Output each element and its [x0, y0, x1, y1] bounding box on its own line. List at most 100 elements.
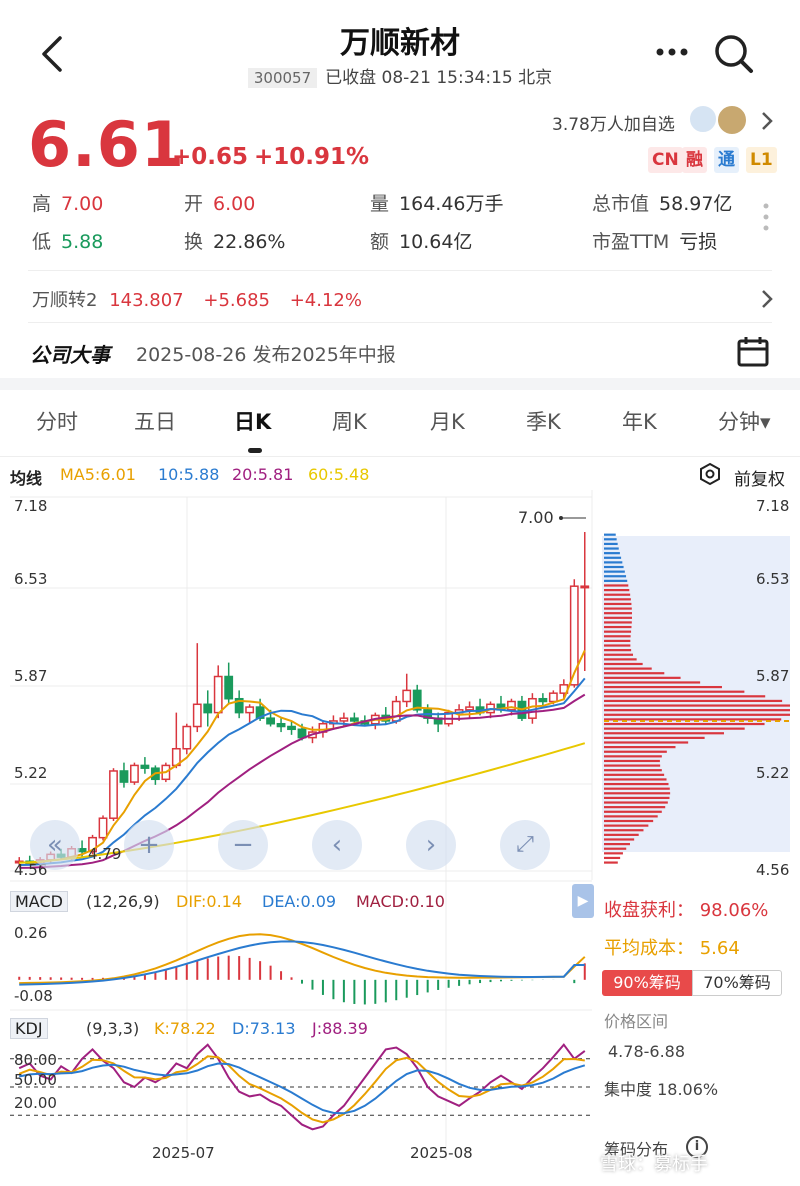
candle [119, 770, 129, 783]
tab-intraday[interactable]: 分时 [36, 406, 78, 436]
search-icon[interactable] [712, 32, 756, 76]
chevron-left-icon[interactable]: ‹ [312, 820, 362, 870]
chip-bar [604, 662, 643, 666]
zoom-out-icon[interactable]: − [218, 820, 268, 870]
watermark: 雪球：募标手 [600, 1154, 708, 1175]
chip-bar [604, 607, 632, 610]
chip-bar [604, 727, 745, 730]
candle [276, 722, 286, 728]
chip-bar [604, 842, 630, 846]
candle [109, 770, 118, 819]
price-range-label: 价格区间 [604, 1012, 669, 1031]
chip-bar [604, 829, 644, 832]
chip-bar [604, 685, 722, 689]
tag-cn: CN [648, 147, 683, 173]
company-event-text[interactable]: 2025-08-26 发布2025年中报 [136, 340, 396, 367]
kdj-y-tick: 50.00 [14, 1071, 57, 1089]
chip-bar [604, 856, 621, 860]
tab-daily-k[interactable]: 日K [234, 406, 271, 436]
price-change-pct: +10.91% [254, 144, 370, 170]
y-tick: 5.22 [756, 764, 790, 782]
stock-code: 300057 [247, 68, 318, 88]
settings-icon[interactable] [698, 462, 722, 490]
chevron-right-icon[interactable] [760, 288, 774, 314]
high-stat: 高 7.00 [32, 193, 104, 215]
fullscreen-icon[interactable]: ⤢ [500, 820, 550, 870]
chip-bar [604, 695, 766, 698]
more-icon[interactable] [652, 42, 692, 62]
chip-bar [604, 565, 624, 569]
candle [182, 725, 192, 750]
chip-bar [604, 589, 630, 592]
chip-bar [604, 584, 629, 587]
tab-monthly-k[interactable]: 月K [430, 406, 465, 436]
chip-bar [604, 852, 623, 855]
tag-l1: L1 [746, 147, 777, 173]
chip-bar [604, 801, 668, 804]
chip-bar [604, 755, 662, 758]
candle [402, 689, 412, 703]
chip-bar [604, 815, 658, 818]
chip-70-button[interactable]: 70%筹码 [692, 970, 782, 996]
candle [213, 675, 223, 714]
min-price-annotation: 4.79 [88, 845, 122, 863]
chip-bar [604, 847, 627, 850]
calendar-icon[interactable] [736, 334, 770, 372]
tab-weekly-k[interactable]: 周K [332, 406, 367, 436]
kdj-y-tick: 20.00 [14, 1094, 57, 1112]
chip-bar [604, 750, 667, 753]
chip-bar [604, 838, 635, 841]
y-tick: 6.53 [756, 570, 790, 588]
avatar [688, 104, 718, 134]
y-tick: 7.18 [14, 497, 48, 515]
candle [140, 764, 150, 769]
chip-bar [604, 732, 724, 735]
zoom-in-icon[interactable]: + [124, 820, 174, 870]
chip-bar [604, 676, 681, 679]
adjust-mode[interactable]: 前复权 [734, 465, 785, 490]
chip-bar [604, 658, 637, 661]
tab-five-day[interactable]: 五日 [134, 406, 176, 436]
candle [203, 703, 213, 714]
chip-bar [604, 773, 665, 776]
y-tick: 5.87 [14, 667, 48, 685]
candle [192, 703, 202, 728]
chip-bar [604, 653, 634, 656]
chevron-right-icon[interactable]: › [406, 820, 456, 870]
tab-yearly-k[interactable]: 年K [622, 406, 657, 436]
collapse-panel-icon[interactable]: ▶ [572, 884, 594, 918]
candle [538, 697, 548, 703]
candle [580, 585, 590, 589]
y-tick: 6.53 [14, 570, 48, 588]
stock-subtitle: 300057 已收盘 08-21 15:34:15 北京 [0, 63, 800, 88]
profit-ratio: 收盘获利： 98.06% [604, 900, 769, 921]
chevron-right-icon[interactable] [760, 110, 774, 136]
low-stat: 低 5.88 [32, 231, 104, 253]
chip-bar [604, 630, 632, 633]
chip-bar [604, 552, 620, 555]
chip-bar [604, 713, 790, 716]
candle [569, 585, 579, 686]
chip-bar [604, 690, 745, 693]
chip-90-button[interactable]: 90%筹码 [602, 970, 692, 996]
candle [297, 728, 307, 739]
chip-bar [604, 598, 631, 601]
chip-bar [604, 792, 671, 795]
chip-bar [604, 861, 618, 864]
chip-bar [604, 561, 623, 564]
rewind-icon[interactable]: « [30, 820, 80, 870]
turnover-stat: 换 22.86% [184, 231, 286, 253]
chip-bar [604, 704, 790, 707]
tag-connect: 通 [714, 147, 739, 173]
tab-quarterly-k[interactable]: 季K [526, 406, 561, 436]
chip-bar [604, 819, 654, 823]
convertible-bond-row[interactable]: 万顺转2 143.807 +5.685 +4.12% [32, 286, 362, 312]
max-price-leader [559, 516, 586, 520]
more-vertical-icon[interactable] [762, 202, 770, 236]
price-range-value: 4.78-6.88 [608, 1042, 686, 1061]
candle [266, 717, 275, 725]
tab-minute[interactable]: 分钟▾ [718, 406, 771, 436]
pe-stat: 市盈TTM 亏损 [592, 231, 718, 253]
macd-y-tick: 0.26 [14, 924, 48, 942]
candle [548, 692, 558, 703]
